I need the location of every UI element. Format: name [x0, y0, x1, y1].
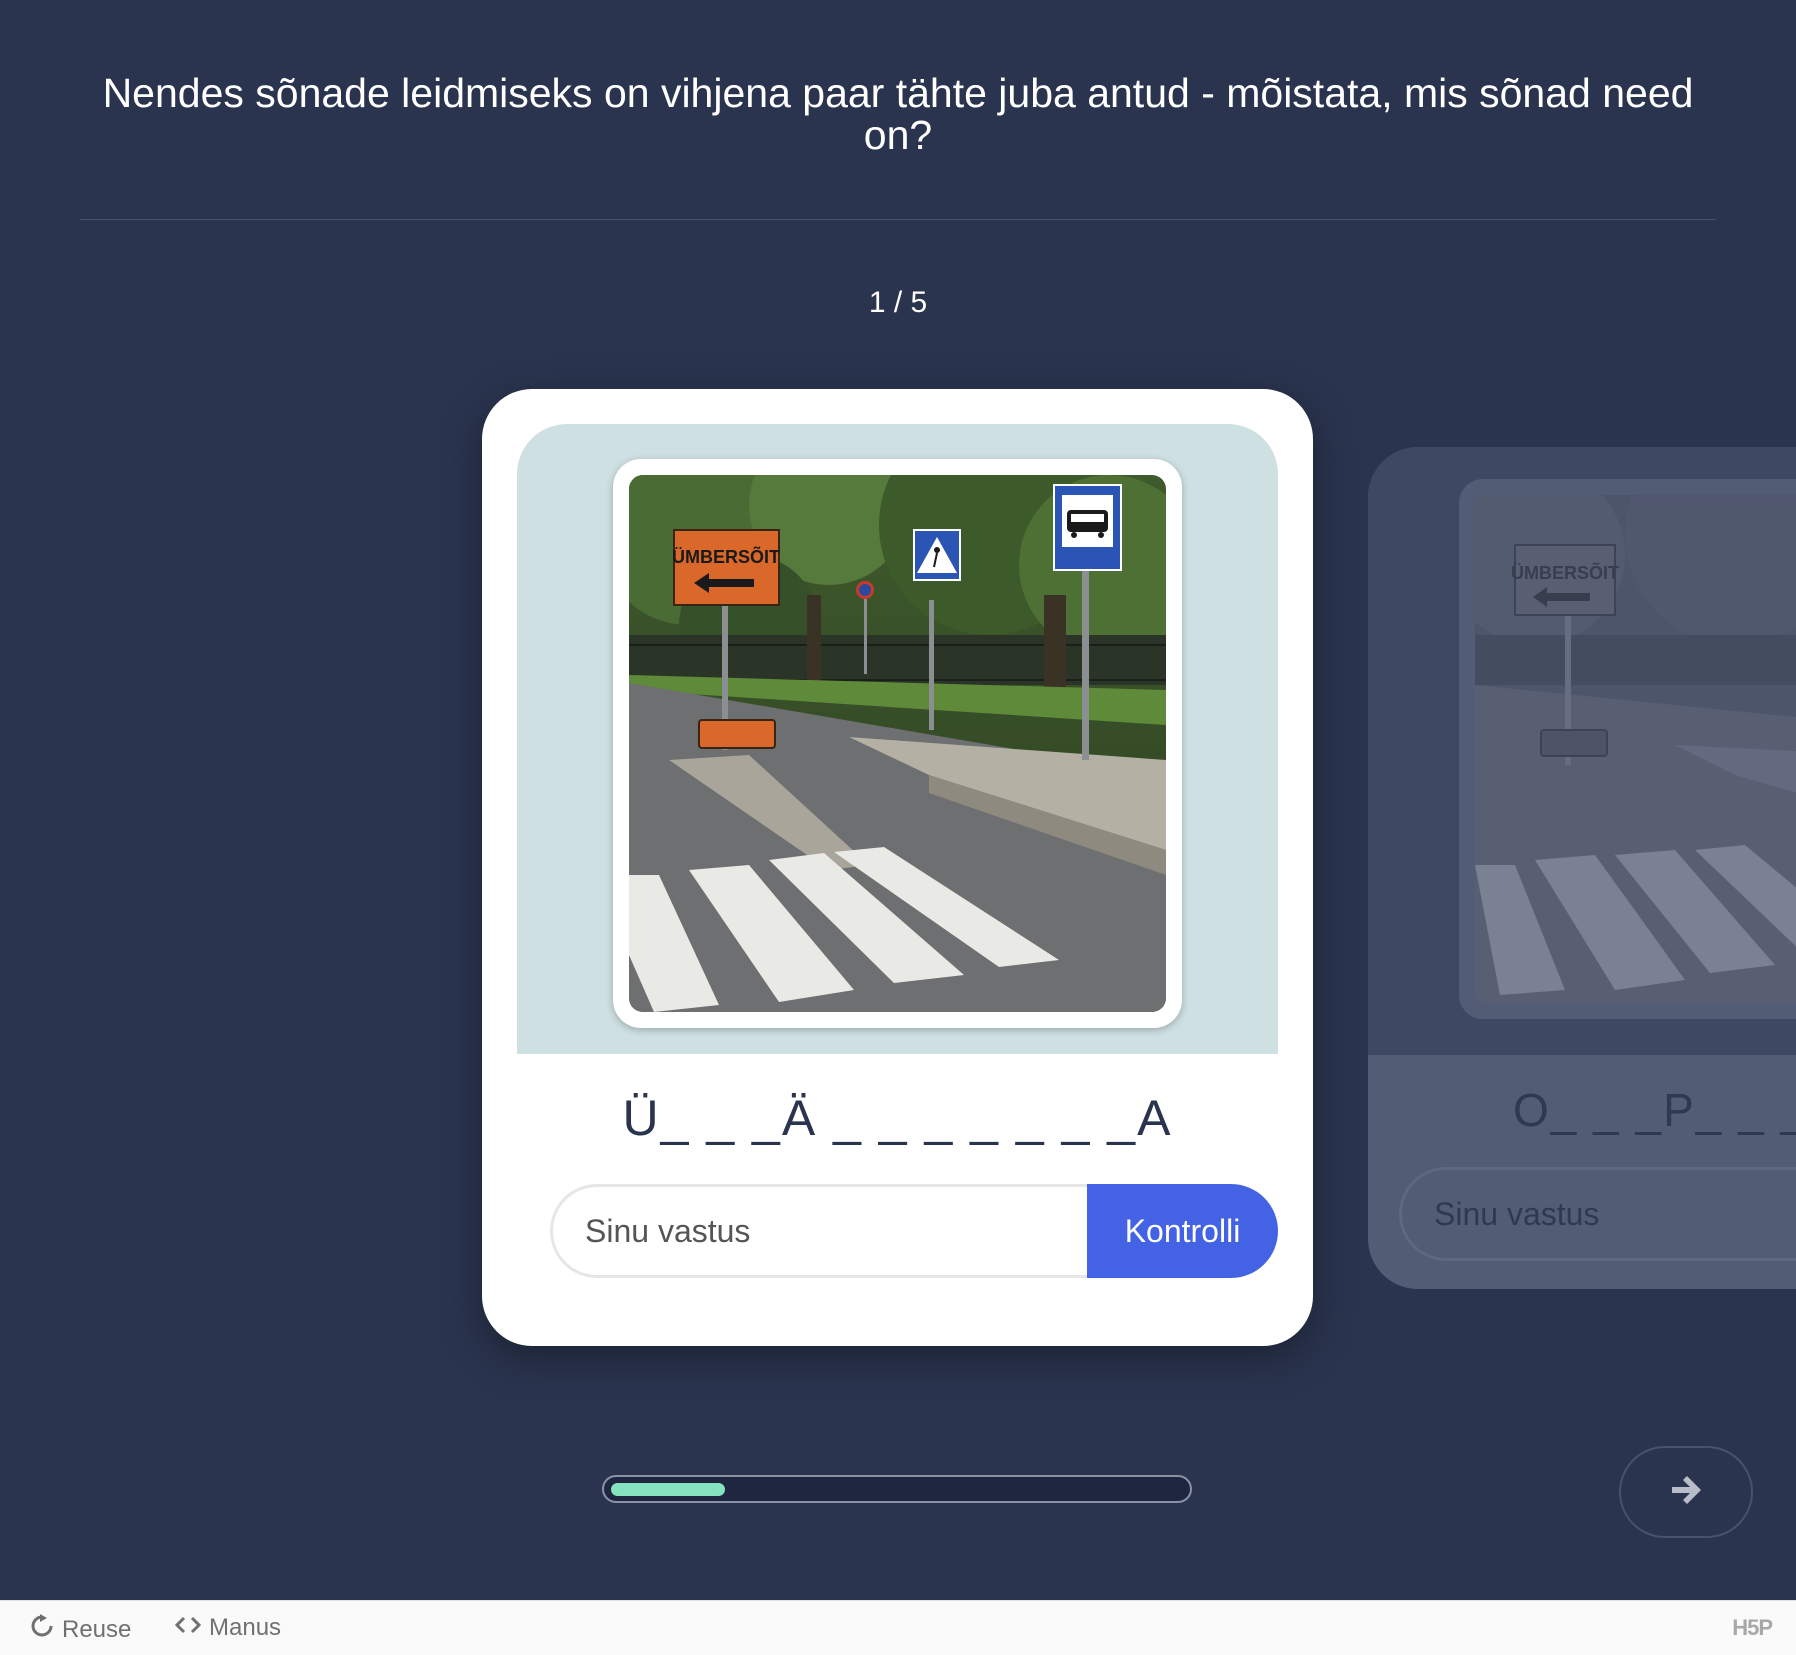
code-icon — [174, 1614, 202, 1642]
embed-label: Manus — [209, 1614, 282, 1641]
answer-input[interactable] — [550, 1184, 1090, 1278]
next-photo-frame: ÜMBERSÕIT — [1459, 479, 1796, 1019]
h5p-logo: H5P — [1732, 1615, 1773, 1640]
next-card-preview: ÜMBERSÕIT O_ _ _P_ _ _ — [1368, 447, 1796, 1289]
next-card-media: ÜMBERSÕIT — [1368, 447, 1796, 1055]
progress-fill — [611, 1483, 725, 1496]
check-button[interactable]: Kontrolli — [1087, 1184, 1278, 1278]
current-card: ÜMBERSÕIT Ü_ _ _Ä _ _ _ _ _ _ _A Sinu va… — [482, 389, 1313, 1346]
photo-frame: ÜMBERSÕIT — [613, 459, 1182, 1028]
card-counter: 1 / 5 — [868, 286, 928, 319]
reuse-label: Reuse — [62, 1615, 132, 1643]
answer-row: Kontrolli — [550, 1184, 1278, 1278]
refresh-icon — [30, 1614, 54, 1645]
word-hint: Ü_ _ _Ä _ _ _ _ _ _ _A — [622, 1090, 1173, 1146]
progress-bar — [602, 1475, 1192, 1503]
card-media: ÜMBERSÕIT — [517, 424, 1278, 1054]
reuse-button[interactable]: Reuse — [30, 1614, 131, 1645]
arrow-right-icon — [1668, 1472, 1704, 1513]
detour-sign-text: ÜMBERSÕIT — [672, 546, 780, 567]
footer-bar: Reuse Manus H5P — [0, 1600, 1796, 1655]
next-button[interactable] — [1619, 1446, 1753, 1538]
next-street-photo: ÜMBERSÕIT — [1475, 495, 1796, 1003]
next-word-hint: O_ _ _P_ _ _ — [1513, 1084, 1796, 1136]
street-photo: ÜMBERSÕIT — [629, 475, 1166, 1012]
page-title: Nendes sõnade leidmiseks on vihjena paar… — [102, 70, 1694, 158]
embed-button[interactable]: Manus — [174, 1614, 282, 1642]
next-detour-sign-text: ÜMBERSÕIT — [1511, 562, 1619, 583]
title-divider — [80, 219, 1716, 220]
next-answer-input — [1399, 1167, 1796, 1261]
